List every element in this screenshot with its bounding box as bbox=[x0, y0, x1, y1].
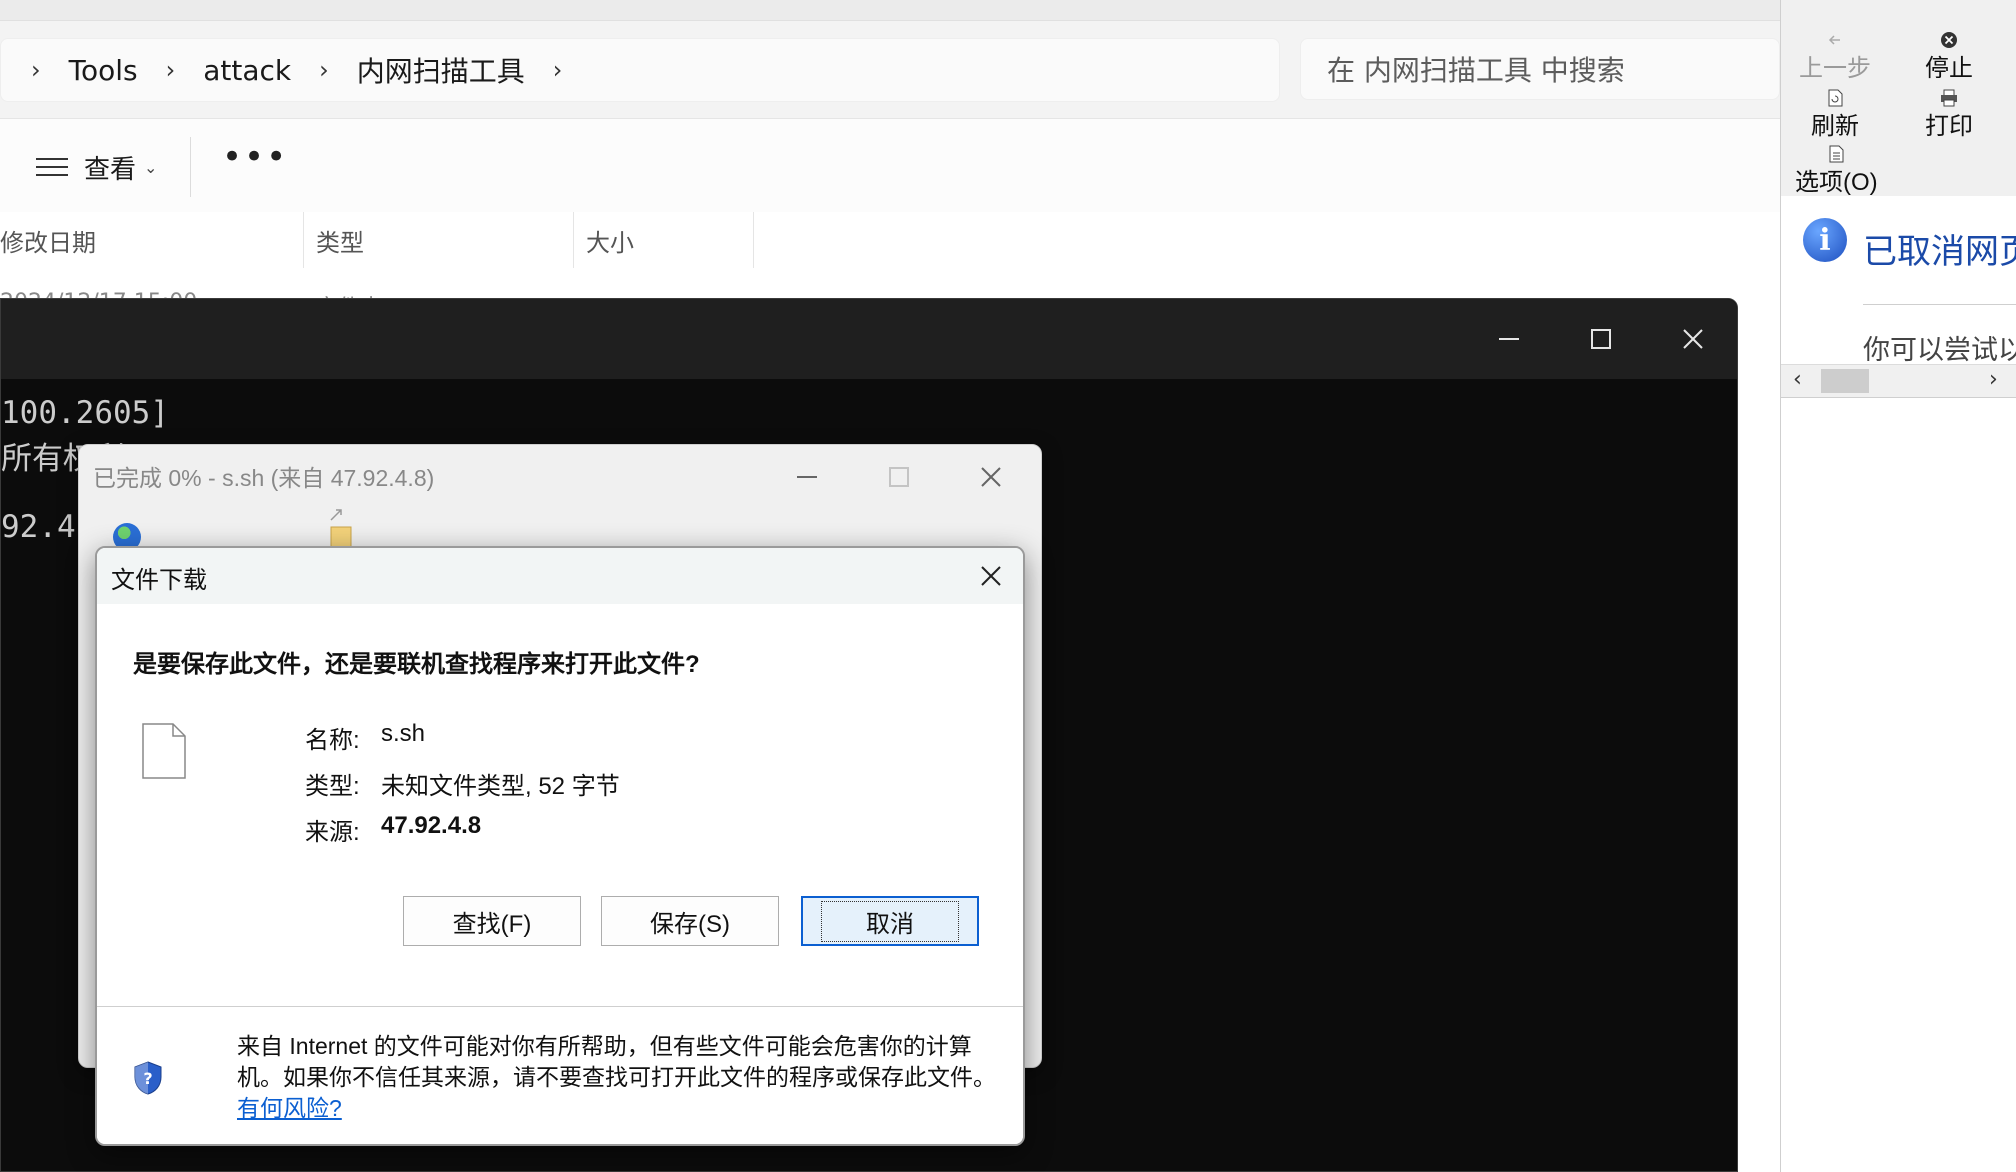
find-button[interactable]: 查找(F) bbox=[403, 896, 581, 946]
refresh-button[interactable]: 刷新 bbox=[1811, 86, 1859, 141]
security-warning: 来自 Internet 的文件可能对你有所帮助，但有些文件可能会危害你的计算机。… bbox=[237, 1031, 997, 1124]
address-bar[interactable]: › Tools › attack › 内网扫描工具 › bbox=[0, 38, 1280, 102]
chevron-right-icon[interactable]: › bbox=[553, 56, 563, 84]
explorer-tab-strip bbox=[0, 0, 1780, 21]
what-is-risk-link[interactable]: 有何风险? bbox=[237, 1095, 342, 1121]
column-label: 修改日期 bbox=[0, 228, 96, 257]
terminal-line: 100.2605] bbox=[1, 395, 169, 431]
column-header-type[interactable]: 类型 bbox=[304, 212, 574, 268]
close-icon bbox=[981, 467, 1001, 487]
view-lines-icon bbox=[36, 152, 68, 182]
file-type-row: 类型: 未知文件类型, 52 字节 bbox=[305, 766, 620, 801]
minimize-button[interactable] bbox=[1485, 315, 1533, 363]
stop-button[interactable]: 停止 bbox=[1925, 28, 1973, 83]
progress-close-button[interactable] bbox=[971, 457, 1011, 497]
progress-dialog-title: 已完成 0% - s.sh (来自 47.92.4.8) bbox=[93, 465, 435, 491]
file-download-dialog: 文件下载 是要保存此文件，还是要联机查找程序来打开此文件? 名称: s.sh 类… bbox=[95, 546, 1025, 1146]
content-divider bbox=[1863, 304, 2016, 305]
scroll-left-icon[interactable]: ‹ bbox=[1793, 367, 1802, 392]
options-button[interactable]: 选项(O) bbox=[1795, 142, 1878, 197]
chevron-right-icon[interactable]: › bbox=[166, 56, 176, 84]
navigation-cancelled-heading: 已取消网页导航 bbox=[1863, 233, 2016, 271]
back-button-label: 上一步 bbox=[1799, 55, 1871, 82]
chevron-down-icon: ⌄ bbox=[144, 157, 158, 177]
breadcrumb-item-attack[interactable]: attack bbox=[203, 54, 291, 87]
column-header-modified[interactable]: 修改日期 bbox=[0, 212, 304, 268]
maximize-icon bbox=[1591, 329, 1611, 349]
column-header-size[interactable]: 大小 bbox=[574, 212, 754, 268]
close-button[interactable] bbox=[1669, 315, 1717, 363]
dialog-title: 文件下载 bbox=[111, 567, 207, 594]
terminal-titlebar bbox=[1, 299, 1737, 379]
stop-button-label: 停止 bbox=[1925, 55, 1973, 82]
breadcrumb-item-tools[interactable]: Tools bbox=[69, 54, 138, 87]
file-source-value: 47.92.4.8 bbox=[381, 812, 482, 839]
file-type-value: 未知文件类型, 52 字节 bbox=[381, 773, 620, 800]
dialog-close-button[interactable] bbox=[973, 558, 1009, 594]
save-button-label: 保存(S) bbox=[650, 910, 730, 938]
printer-icon bbox=[1940, 86, 1958, 107]
ie-browser-window: 上一步 停止 刷新 打印 选项(O) i 已取消网页导航 你可以尝试以下操作 ‹… bbox=[1780, 0, 2016, 1172]
find-button-label: 查找(F) bbox=[452, 910, 532, 938]
ie-toolbar: 上一步 停止 刷新 打印 选项(O) bbox=[1781, 0, 2016, 197]
maximize-icon bbox=[889, 467, 909, 487]
print-button[interactable]: 打印 bbox=[1925, 86, 1973, 141]
progress-minimize-button[interactable] bbox=[787, 457, 827, 497]
breadcrumb-item-current[interactable]: 内网扫描工具 bbox=[357, 50, 525, 90]
command-bar: 查看 ⌄ ••• bbox=[0, 118, 1780, 214]
chevron-right-icon[interactable]: › bbox=[31, 56, 41, 84]
dialog-footer: ? 来自 Internet 的文件可能对你有所帮助，但有些文件可能会危害你的计算… bbox=[97, 1007, 1023, 1144]
security-warning-text: 来自 Internet 的文件可能对你有所帮助，但有些文件可能会危害你的计算机。… bbox=[237, 1033, 996, 1090]
file-name-label: 名称: bbox=[305, 727, 360, 754]
minimize-icon bbox=[1499, 338, 1519, 340]
maximize-button[interactable] bbox=[1577, 315, 1625, 363]
column-label: 类型 bbox=[316, 228, 364, 257]
close-icon bbox=[981, 566, 1001, 586]
file-type-label: 类型: bbox=[305, 773, 360, 800]
file-icon bbox=[141, 722, 187, 780]
view-button-label: 查看 bbox=[84, 154, 137, 185]
suggestion-text: 你可以尝试以下操作 bbox=[1863, 335, 2016, 365]
options-button-label: 选项(O) bbox=[1795, 169, 1878, 196]
chevron-right-icon[interactable]: › bbox=[319, 56, 329, 84]
horizontal-scrollbar[interactable]: ‹ › bbox=[1781, 364, 2016, 398]
more-options-button[interactable]: ••• bbox=[222, 137, 288, 177]
options-page-icon bbox=[1827, 142, 1845, 163]
column-headers: 修改日期 类型 大小 bbox=[0, 212, 1780, 268]
view-button[interactable]: 查看 ⌄ bbox=[36, 149, 157, 185]
terminal-line: 92.4 bbox=[1, 509, 76, 545]
svg-text:?: ? bbox=[143, 1069, 152, 1088]
cancel-button[interactable]: 取消 bbox=[801, 896, 979, 946]
refresh-page-icon bbox=[1826, 86, 1844, 107]
dialog-question: 是要保存此文件，还是要联机查找程序来打开此文件? bbox=[133, 651, 700, 678]
column-label: 大小 bbox=[586, 228, 634, 257]
search-input[interactable]: 在 内网扫描工具 中搜索 bbox=[1300, 38, 1780, 100]
scroll-right-icon[interactable]: › bbox=[1989, 367, 1998, 392]
command-divider bbox=[190, 137, 191, 197]
minimize-icon bbox=[797, 476, 817, 478]
save-button[interactable]: 保存(S) bbox=[601, 896, 779, 946]
back-button[interactable]: 上一步 bbox=[1799, 28, 1871, 83]
progress-maximize-button bbox=[879, 457, 919, 497]
shield-question-icon: ? bbox=[133, 1061, 163, 1095]
file-name-value: s.sh bbox=[381, 720, 426, 747]
search-placeholder: 在 内网扫描工具 中搜索 bbox=[1327, 54, 1625, 87]
file-source-label: 来源: bbox=[305, 819, 360, 846]
print-button-label: 打印 bbox=[1925, 113, 1973, 140]
cancel-button-label: 取消 bbox=[821, 900, 959, 942]
back-arrow-icon bbox=[1826, 28, 1844, 46]
dialog-titlebar: 文件下载 bbox=[97, 548, 1023, 604]
info-icon: i bbox=[1803, 218, 1847, 262]
file-source-row: 来源: 47.92.4.8 bbox=[305, 812, 481, 847]
close-icon bbox=[1683, 329, 1703, 349]
file-name-row: 名称: s.sh bbox=[305, 720, 425, 755]
refresh-button-label: 刷新 bbox=[1811, 113, 1859, 140]
scrollbar-thumb[interactable] bbox=[1821, 369, 1869, 393]
stop-icon bbox=[1940, 28, 1958, 48]
transfer-arrow-icon bbox=[329, 507, 343, 521]
